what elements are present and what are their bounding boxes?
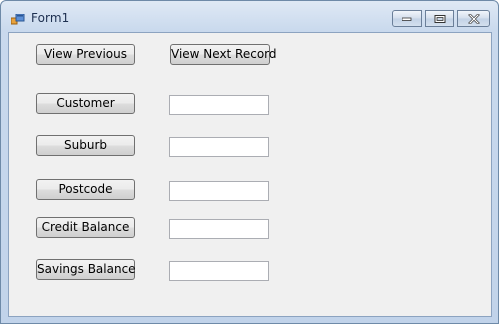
savings-balance-button[interactable]: Savings Balance: [36, 259, 136, 280]
postcode-button[interactable]: Postcode: [36, 179, 135, 200]
view-next-record-button[interactable]: View Next Record: [170, 44, 277, 65]
credit-balance-button[interactable]: Credit Balance: [36, 217, 135, 238]
form-window: Form1 View Previous View Next Record Cus…: [0, 0, 499, 324]
savings-balance-field[interactable]: [169, 261, 269, 281]
suburb-field[interactable]: [169, 137, 269, 157]
form-client-area: View Previous View Next Record Customer …: [8, 32, 492, 317]
postcode-field[interactable]: [169, 181, 269, 201]
view-previous-button[interactable]: View Previous: [36, 44, 135, 65]
maximize-icon: [434, 14, 445, 23]
minimize-icon: [402, 17, 412, 21]
window-title: Form1: [31, 11, 70, 25]
minimize-button[interactable]: [392, 10, 422, 27]
credit-balance-field[interactable]: [169, 219, 269, 239]
customer-field[interactable]: [169, 95, 269, 115]
suburb-button[interactable]: Suburb: [36, 135, 135, 156]
close-button[interactable]: [457, 10, 490, 27]
customer-button[interactable]: Customer: [36, 93, 135, 114]
windows-form-icon[interactable]: [10, 11, 25, 25]
close-icon: [467, 13, 480, 24]
title-bar[interactable]: Form1: [1, 1, 498, 31]
maximize-button[interactable]: [425, 10, 454, 27]
